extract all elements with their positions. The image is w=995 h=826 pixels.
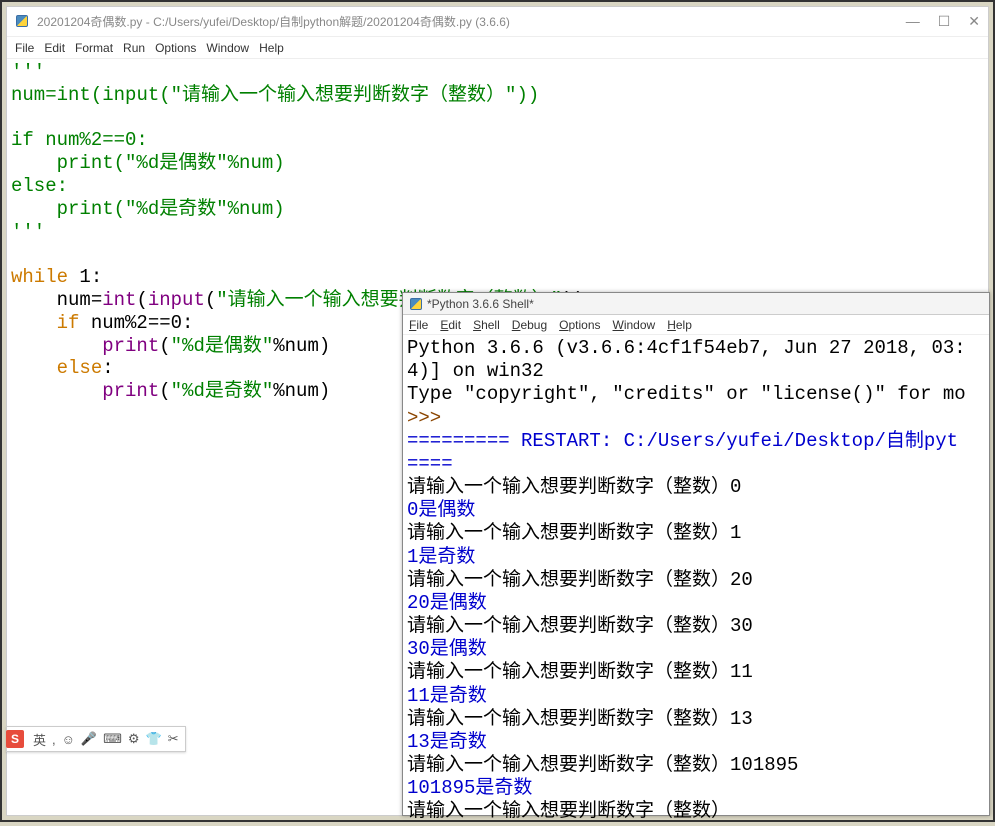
shell-header: Type "copyright", "credits" or "license(… — [407, 383, 966, 405]
shell-title: *Python 3.6.6 Shell* — [427, 297, 534, 311]
code-text: %num) — [273, 380, 330, 402]
shell-header: 4)] on win32 — [407, 360, 544, 382]
ime-logo-icon[interactable]: S — [6, 730, 24, 748]
code-builtin: input — [148, 289, 205, 311]
shell-menu-options[interactable]: Options — [559, 318, 600, 332]
code-builtin: input — [102, 84, 159, 106]
menu-file[interactable]: File — [15, 41, 34, 55]
shell-prompt: >>> — [407, 407, 453, 429]
code-line: ''' — [11, 61, 45, 83]
code-text: num= — [11, 84, 57, 106]
minimize-button[interactable]: — — [906, 13, 920, 30]
code-text: ( — [159, 84, 170, 106]
shell-header: Python 3.6.6 (v3.6.6:4cf1f54eb7, Jun 27 … — [407, 337, 966, 359]
menu-edit[interactable]: Edit — [44, 41, 65, 55]
code-text: 1: — [68, 266, 102, 288]
code-text: )) — [516, 84, 539, 106]
code-keyword: if — [57, 312, 80, 334]
ime-voice-icon[interactable]: 🎤 — [81, 731, 97, 747]
shell-output[interactable]: Python 3.6.6 (v3.6.6:4cf1f54eb7, Jun 27 … — [403, 335, 989, 826]
shell-menu-debug[interactable]: Debug — [512, 318, 547, 332]
shell-window: *Python 3.6.6 Shell* File Edit Shell Deb… — [402, 292, 990, 816]
code-text: ( — [159, 380, 170, 402]
code-text — [11, 335, 102, 357]
code-line: else: — [11, 175, 68, 197]
editor-titlebar: 20201204奇偶数.py - C:/Users/yufei/Desktop/… — [7, 7, 988, 37]
code-text: %num) — [228, 198, 285, 220]
maximize-button[interactable]: ☐ — [938, 13, 951, 30]
shell-io: 请输入一个输入想要判断数字（整数）0 0是偶数 请输入一个输入想要判断数字（整数… — [407, 476, 798, 799]
shell-menu-window[interactable]: Window — [613, 318, 656, 332]
ime-settings-icon[interactable]: ⚙ — [128, 731, 140, 747]
ime-skin-icon[interactable]: 👕 — [146, 731, 162, 747]
code-builtin: int — [102, 289, 136, 311]
code-line: ''' — [11, 221, 45, 243]
shell-menu-shell[interactable]: Shell — [473, 318, 500, 332]
ime-punct-icon[interactable]: , — [52, 732, 56, 747]
editor-title: 20201204奇偶数.py - C:/Users/yufei/Desktop/… — [37, 13, 906, 30]
menu-options[interactable]: Options — [155, 41, 196, 55]
ime-keyboard-icon[interactable]: ⌨ — [103, 731, 122, 747]
code-text: num= — [11, 289, 102, 311]
ime-emoji-icon[interactable]: ☺ — [62, 732, 75, 747]
code-text: ( — [91, 84, 102, 106]
shell-input-prompt: 请输入一个输入想要判断数字（整数） — [407, 800, 730, 822]
shell-menubar: File Edit Shell Debug Options Window Hel… — [403, 315, 989, 335]
code-text — [11, 357, 57, 379]
code-text: ( — [205, 289, 216, 311]
code-text: print( — [11, 152, 125, 174]
code-text: ( — [159, 335, 170, 357]
ime-lang-label[interactable]: 英 — [33, 730, 46, 749]
window-controls: — ☐ ✕ — [906, 13, 980, 30]
code-builtin: print — [102, 335, 159, 357]
code-keyword: else — [57, 357, 103, 379]
close-button[interactable]: ✕ — [968, 13, 980, 30]
menu-help[interactable]: Help — [259, 41, 284, 55]
code-text: : — [102, 357, 113, 379]
shell-menu-help[interactable]: Help — [667, 318, 692, 332]
code-text: ( — [136, 289, 147, 311]
editor-menubar: File Edit Format Run Options Window Help — [7, 37, 988, 59]
code-text: %num) — [273, 335, 330, 357]
code-string: "请输入一个输入想要判断数字（整数）" — [171, 84, 517, 106]
code-line: if num%2==0: — [11, 129, 148, 151]
shell-restart: ==== — [407, 453, 453, 475]
code-builtin: int — [57, 84, 91, 106]
python-shell-icon — [409, 297, 423, 311]
ime-tool-icon[interactable]: ✂ — [168, 731, 179, 747]
menu-window[interactable]: Window — [206, 41, 249, 55]
shell-menu-file[interactable]: File — [409, 318, 428, 332]
code-text: print( — [11, 198, 125, 220]
code-text: num%2==0: — [79, 312, 193, 334]
code-text — [11, 380, 102, 402]
code-keyword: while — [11, 266, 68, 288]
menu-run[interactable]: Run — [123, 41, 145, 55]
code-string: "%d是奇数" — [171, 380, 274, 402]
shell-menu-edit[interactable]: Edit — [440, 318, 461, 332]
python-file-icon — [15, 14, 31, 30]
code-text — [11, 312, 57, 334]
code-string: "%d是偶数" — [125, 152, 228, 174]
code-string: "%d是偶数" — [171, 335, 274, 357]
code-string: "%d是奇数" — [125, 198, 228, 220]
shell-restart: ========= RESTART: C:/Users/yufei/Deskto… — [407, 430, 958, 452]
code-builtin: print — [102, 380, 159, 402]
ime-toolbar[interactable]: S 英 , ☺ 🎤 ⌨ ⚙ 👕 ✂ — [6, 726, 186, 752]
code-text: %num) — [228, 152, 285, 174]
menu-format[interactable]: Format — [75, 41, 113, 55]
shell-titlebar: *Python 3.6.6 Shell* — [403, 293, 989, 315]
